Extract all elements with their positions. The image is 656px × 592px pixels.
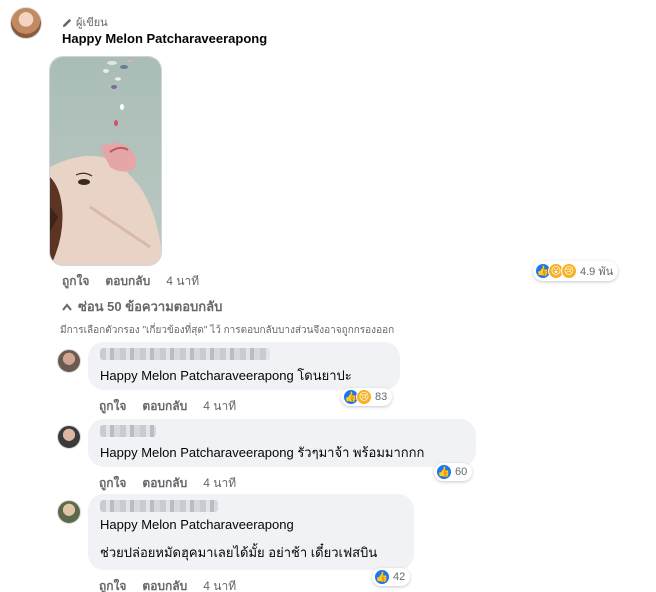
like-icon: 👍	[436, 464, 452, 480]
photo-illustration	[50, 57, 161, 265]
blurred-author-name	[100, 425, 156, 437]
blurred-author-name	[100, 348, 270, 360]
reply-body: รัวๆมาจ้า พร้อมมากกก	[297, 445, 425, 460]
author-badge-label: ผู้เขียน	[76, 17, 108, 29]
like-button[interactable]: ถูกใจ	[62, 272, 89, 291]
avatar[interactable]	[10, 7, 42, 39]
reply-button[interactable]: ตอบกลับ	[105, 272, 150, 291]
reply-button[interactable]: ตอบกลับ	[142, 474, 187, 493]
like-button[interactable]: ถูกใจ	[99, 397, 126, 416]
reply-text: Happy Melon Patcharaveerapong โดนยาปะ	[100, 365, 388, 386]
author-badge: ผู้เขียน	[62, 13, 108, 31]
avatar[interactable]	[57, 349, 81, 373]
tagged-user[interactable]: Happy Melon Patcharaveerapong	[100, 517, 402, 532]
hide-replies-label: ซ่อน 50 ข้อความตอบกลับ	[78, 299, 223, 314]
sad-icon: 😢	[356, 389, 372, 405]
like-button[interactable]: ถูกใจ	[99, 577, 126, 592]
hide-replies-button[interactable]: ซ่อน 50 ข้อความตอบกลับ	[62, 296, 222, 317]
reply-body: ช่วยปล่อยหมัดฮุคมาเลยได้มั้ย อย่าช้า เดี…	[100, 545, 378, 560]
avatar[interactable]	[57, 500, 81, 524]
tagged-user[interactable]: Happy Melon Patcharaveerapong	[100, 368, 294, 383]
reaction-count: 42	[393, 571, 406, 583]
timestamp[interactable]: 4 นาที	[203, 577, 236, 592]
comment-author-name[interactable]: Happy Melon Patcharaveerapong	[62, 31, 267, 46]
reply-actions: ถูกใจ ตอบกลับ 4 นาที	[99, 577, 236, 592]
reply-button[interactable]: ตอบกลับ	[142, 397, 187, 416]
reply-actions: ถูกใจ ตอบกลับ 4 นาที	[99, 397, 236, 416]
reply-text: Happy Melon Patcharaveerapong รัวๆมาจ้า …	[100, 442, 464, 463]
reaction-summary[interactable]: 👍 42	[372, 568, 411, 586]
chevron-up-icon	[62, 302, 72, 311]
blurred-author-name	[100, 500, 218, 512]
filter-note: มีการเลือกตัวกรอง "เกี่ยวข้องที่สุด" ไว้…	[60, 325, 395, 336]
reaction-count: 83	[375, 391, 388, 403]
reply-bubble: Happy Melon Patcharaveerapong รัวๆมาจ้า …	[88, 419, 476, 467]
reaction-summary[interactable]: 👍 😮 😢 4.9 พัน	[533, 261, 619, 281]
reaction-count: 4.9 พัน	[580, 266, 614, 278]
comment-actions: ถูกใจ ตอบกลับ 4 นาที	[62, 272, 199, 291]
timestamp[interactable]: 4 นาที	[203, 397, 236, 416]
timestamp[interactable]: 4 นาที	[166, 272, 199, 291]
tagged-user[interactable]: Happy Melon Patcharaveerapong	[100, 445, 294, 460]
reaction-summary[interactable]: 👍 60	[434, 463, 473, 481]
reply-body: โดนยาปะ	[297, 368, 352, 383]
reply-bubble: Happy Melon Patcharaveerapong โดนยาปะ	[88, 342, 400, 390]
reply-actions: ถูกใจ ตอบกลับ 4 นาที	[99, 474, 236, 493]
comment-photo[interactable]	[49, 56, 162, 266]
timestamp[interactable]: 4 นาที	[203, 474, 236, 493]
like-button[interactable]: ถูกใจ	[99, 474, 126, 493]
reaction-summary[interactable]: 👍 😢 83	[341, 388, 393, 406]
sad-icon: 😢	[561, 263, 577, 279]
reply-bubble: Happy Melon Patcharaveerapong ช่วยปล่อยห…	[88, 494, 414, 570]
avatar[interactable]	[57, 425, 81, 449]
like-icon: 👍	[374, 569, 390, 585]
reply-button[interactable]: ตอบกลับ	[142, 577, 187, 592]
pencil-icon	[62, 18, 72, 27]
reaction-count: 60	[455, 466, 468, 478]
